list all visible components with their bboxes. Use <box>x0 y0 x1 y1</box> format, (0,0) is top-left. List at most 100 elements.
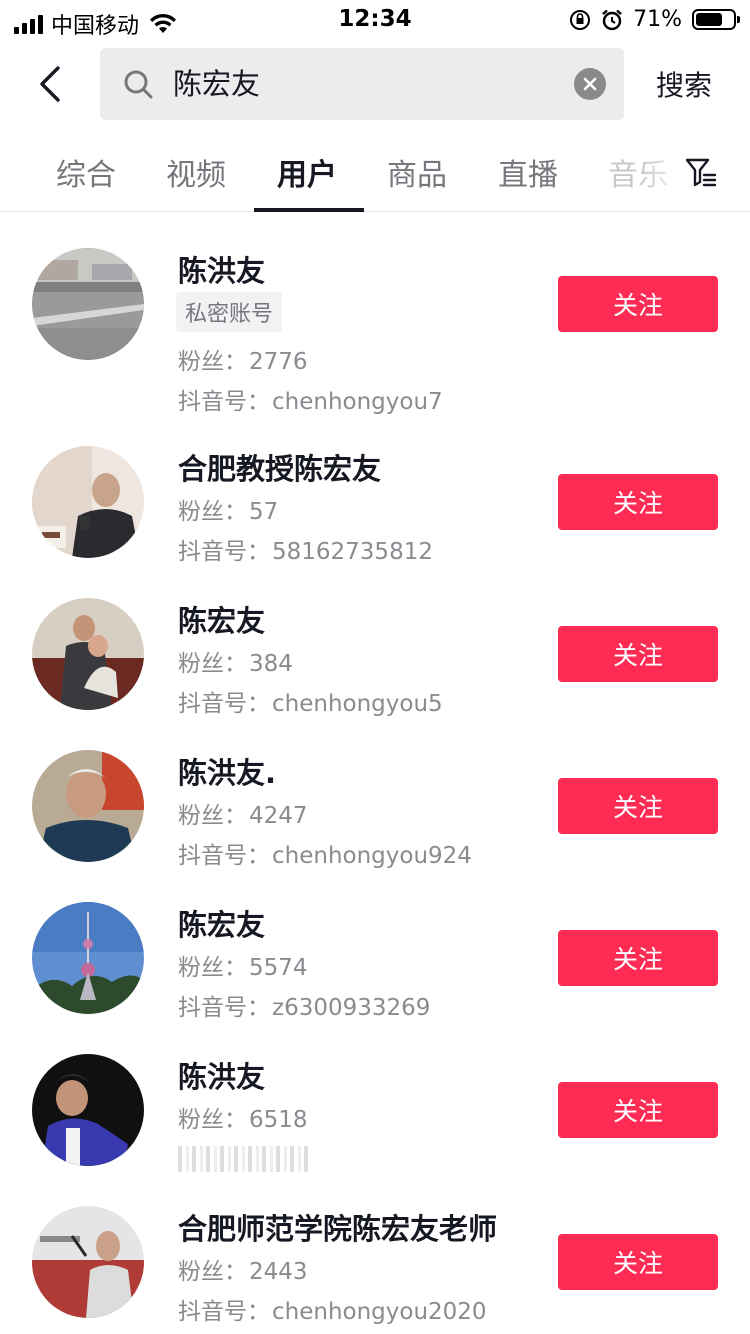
rendering-artifact <box>178 1146 308 1172</box>
douyin-id-value: z6300933269 <box>272 995 431 1021</box>
douyin-id: 抖音号：z6300933269 <box>178 988 430 1022</box>
followers-label: 粉丝： <box>178 1107 247 1133</box>
followers-label: 粉丝： <box>178 499 247 525</box>
user-result-row[interactable]: 陈洪友 粉丝：6518 关注 <box>0 1054 750 1206</box>
avatar[interactable] <box>32 1054 144 1166</box>
followers-label: 粉丝： <box>178 349 247 375</box>
douyin-id-label: 抖音号： <box>178 843 270 869</box>
user-name[interactable]: 陈洪友 <box>178 248 265 290</box>
follower-count: 粉丝：57 <box>178 492 278 526</box>
status-bar: 中国移动 12:34 71% <box>0 0 750 40</box>
follow-button[interactable]: 关注 <box>558 626 718 682</box>
user-result-row[interactable]: 陈宏友 粉丝：384 抖音号：chenhongyou5 关注 <box>0 598 750 750</box>
follower-count: 粉丝：384 <box>178 644 293 678</box>
douyin-id-label: 抖音号： <box>178 539 270 565</box>
user-result-row[interactable]: 陈宏友 粉丝：5574 抖音号：z6300933269 关注 <box>0 902 750 1054</box>
followers-value: 384 <box>249 651 293 677</box>
douyin-id-value: chenhongyou5 <box>272 691 443 717</box>
user-result-row[interactable]: 陈洪友. 粉丝：4247 抖音号：chenhongyou924 关注 <box>0 750 750 902</box>
avatar-image <box>32 902 144 1014</box>
user-result-row[interactable]: 合肥教授陈宏友 粉丝：57 抖音号：58162735812 关注 <box>0 446 750 598</box>
user-name[interactable]: 合肥教授陈宏友 <box>178 446 381 488</box>
follow-button[interactable]: 关注 <box>558 276 718 332</box>
user-name[interactable]: 陈宏友 <box>178 902 265 944</box>
followers-label: 粉丝： <box>178 803 247 829</box>
search-query: 陈宏友 <box>173 67 261 101</box>
user-name[interactable]: 陈洪友 <box>178 1054 265 1096</box>
search-result-tabs: 综合 视频 用户 商品 直播 音乐 <box>0 140 750 212</box>
douyin-id-value: 58162735812 <box>272 539 433 565</box>
douyin-id: 抖音号：chenhongyou2020 <box>178 1292 487 1326</box>
follow-button[interactable]: 关注 <box>558 474 718 530</box>
filter-icon[interactable] <box>684 156 718 190</box>
followers-value: 2443 <box>249 1259 308 1285</box>
douyin-id: 抖音号：chenhongyou924 <box>178 836 472 870</box>
avatar-image <box>32 750 144 862</box>
avatar-image <box>32 1206 144 1318</box>
followers-value: 5574 <box>249 955 308 981</box>
avatar-image <box>32 446 144 558</box>
followers-value: 6518 <box>249 1107 308 1133</box>
user-result-row[interactable]: 合肥师范学院陈宏友老师 粉丝：2443 抖音号：chenhongyou2020 … <box>0 1206 750 1334</box>
douyin-id-label: 抖音号： <box>178 995 270 1021</box>
avatar[interactable] <box>32 1206 144 1318</box>
douyin-id-label: 抖音号： <box>178 691 270 717</box>
follower-count: 粉丝：4247 <box>178 796 308 830</box>
avatar[interactable] <box>32 902 144 1014</box>
follower-count: 粉丝：2443 <box>178 1252 308 1286</box>
douyin-id: 抖音号：58162735812 <box>178 532 433 566</box>
avatar-image <box>32 598 144 710</box>
douyin-id-value: chenhongyou7 <box>272 389 443 415</box>
chevron-left-icon <box>40 66 60 102</box>
douyin-id-label: 抖音号： <box>178 389 270 415</box>
search-input[interactable]: 陈宏友 <box>100 48 624 120</box>
alarm-icon <box>602 9 622 30</box>
tab-live[interactable]: 直播 <box>498 150 558 194</box>
avatar[interactable] <box>32 446 144 558</box>
battery-level <box>696 13 722 26</box>
douyin-id-value: chenhongyou2020 <box>272 1299 487 1325</box>
follow-button[interactable]: 关注 <box>558 1234 718 1290</box>
followers-label: 粉丝： <box>178 651 247 677</box>
active-tab-indicator <box>254 208 364 212</box>
back-button[interactable] <box>28 62 72 106</box>
avatar[interactable] <box>32 750 144 862</box>
search-icon <box>124 70 153 99</box>
tab-users[interactable]: 用户 <box>277 150 337 194</box>
followers-value: 4247 <box>249 803 308 829</box>
user-name[interactable]: 陈洪友. <box>178 750 276 792</box>
avatar[interactable] <box>32 248 144 360</box>
user-name[interactable]: 陈宏友 <box>178 598 265 640</box>
follower-count: 粉丝：5574 <box>178 948 308 982</box>
battery-percent: 71% <box>633 7 682 32</box>
avatar-image <box>32 248 144 360</box>
followers-label: 粉丝： <box>178 955 247 981</box>
close-icon <box>583 77 597 91</box>
tab-videos[interactable]: 视频 <box>166 150 226 194</box>
douyin-id-value: chenhongyou924 <box>272 843 472 869</box>
douyin-id: 抖音号：chenhongyou7 <box>178 382 443 416</box>
search-button[interactable]: 搜索 <box>656 64 712 104</box>
followers-value: 57 <box>249 499 279 525</box>
search-header: 陈宏友 搜索 <box>0 40 750 136</box>
douyin-id: 抖音号：chenhongyou5 <box>178 684 443 718</box>
battery-icon <box>692 9 740 30</box>
private-account-badge: 私密账号 <box>176 292 283 332</box>
rotation-lock-icon <box>570 9 591 30</box>
tab-fade-overlay <box>640 140 688 210</box>
follow-button[interactable]: 关注 <box>558 930 718 986</box>
follower-count: 粉丝：6518 <box>178 1100 308 1134</box>
follow-button[interactable]: 关注 <box>558 1082 718 1138</box>
avatar[interactable] <box>32 598 144 710</box>
followers-label: 粉丝： <box>178 1259 247 1285</box>
follow-button[interactable]: 关注 <box>558 778 718 834</box>
douyin-id-label: 抖音号： <box>178 1299 270 1325</box>
tab-products[interactable]: 商品 <box>387 150 447 194</box>
tab-comprehensive[interactable]: 综合 <box>56 150 116 194</box>
user-result-row[interactable]: 陈洪友 私密账号 粉丝：2776 抖音号：chenhongyou7 关注 <box>0 232 750 415</box>
follower-count: 粉丝：2776 <box>178 342 308 376</box>
avatar-image <box>32 1054 144 1166</box>
followers-value: 2776 <box>249 349 308 375</box>
clear-search-button[interactable] <box>574 68 606 100</box>
user-name[interactable]: 合肥师范学院陈宏友老师 <box>178 1206 497 1248</box>
